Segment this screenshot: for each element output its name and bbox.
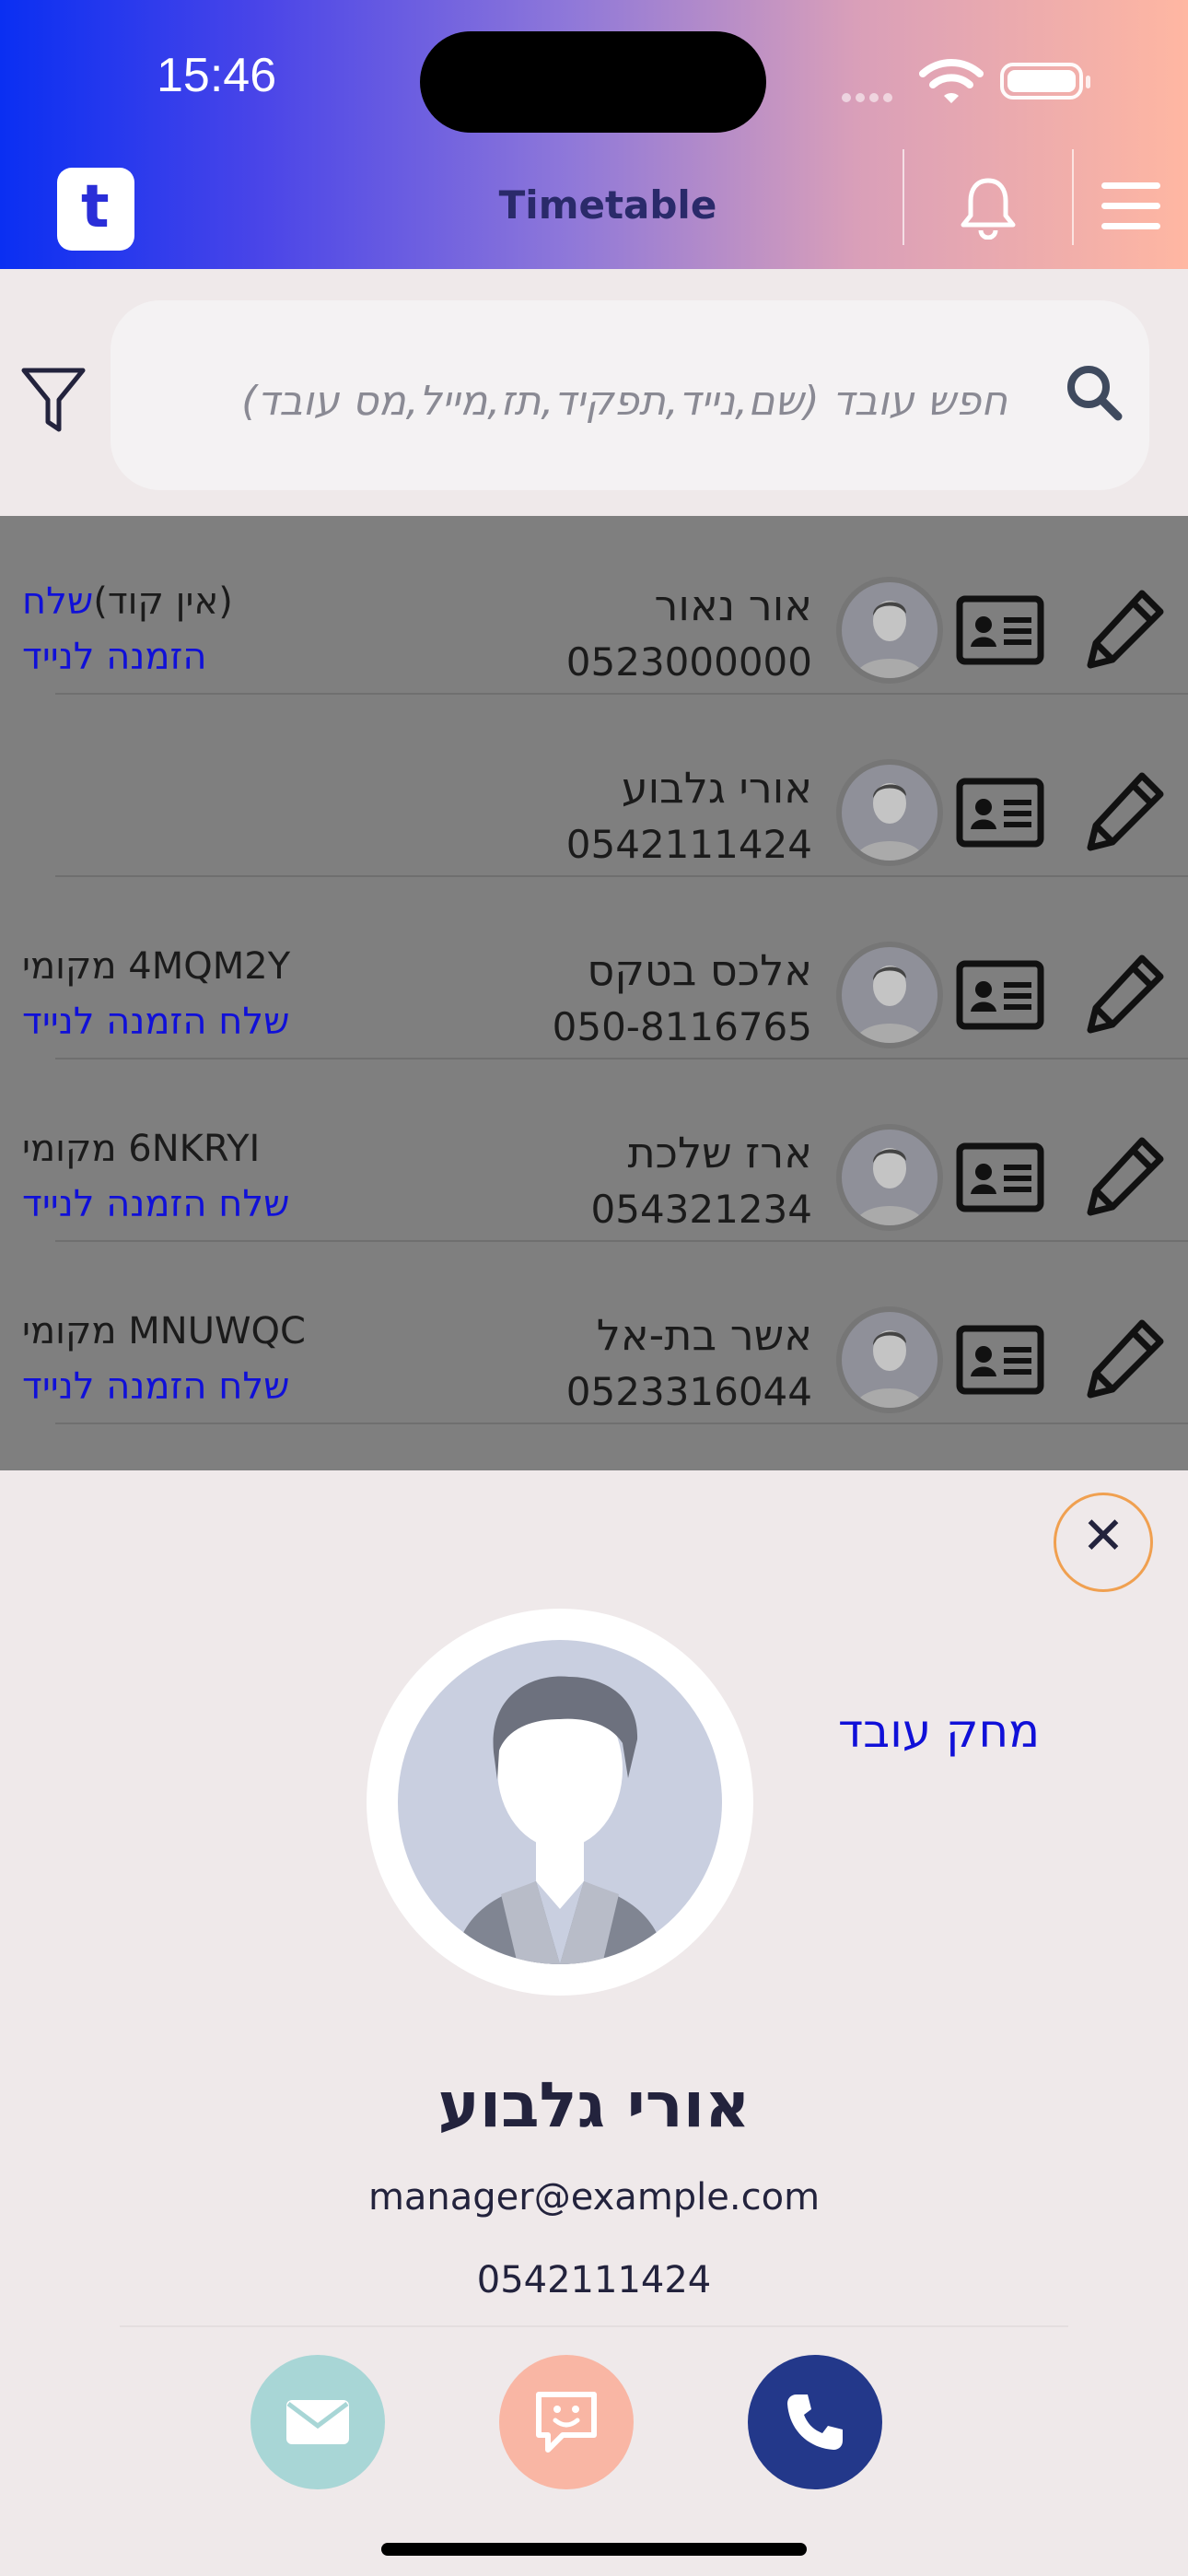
edit-pencil-icon[interactable] xyxy=(1085,586,1168,669)
list-item[interactable]: (אין קוד)שלח הזמנה לנייד אור נאור 052300… xyxy=(0,516,1188,693)
dynamic-island xyxy=(420,31,766,133)
id-card-icon[interactable] xyxy=(956,1325,1044,1395)
profile-avatar-image xyxy=(398,1640,722,1964)
employee-phone: 050-8116765 xyxy=(552,1004,812,1049)
delete-employee-link[interactable]: מחק עובד xyxy=(838,1704,1040,1758)
employee-name: ארז שלכת xyxy=(627,1128,812,1177)
send-invite-link[interactable]: שלח הזמנה לנייד xyxy=(22,1001,289,1043)
filter-icon[interactable] xyxy=(20,365,87,435)
person-avatar-icon xyxy=(855,1148,925,1225)
search-section: חפש עובד (שם,נייד,תפקיד,תז,מייל,מס עובד) xyxy=(0,269,1188,516)
code-status: (אין קוד) xyxy=(93,580,233,623)
list-item[interactable]: אורי גלבוע 0542111424 xyxy=(0,693,1188,875)
wifi-icon xyxy=(919,59,984,103)
employee-name: אלכס בטקס xyxy=(587,945,812,995)
employee-code: MNUWQC מקומי xyxy=(22,1310,306,1352)
person-avatar-icon xyxy=(855,1330,925,1408)
person-avatar-icon xyxy=(855,783,925,861)
row-divider xyxy=(55,693,1188,695)
send-invite-link[interactable]: הזמנה לנייד xyxy=(22,636,207,678)
search-input[interactable]: חפש עובד (שם,נייד,תפקיד,תז,מייל,מס עובד) xyxy=(111,300,1149,490)
chat-smile-icon xyxy=(536,2392,597,2453)
person-avatar-icon xyxy=(453,1676,667,1964)
employee-name: אשר בת-אל xyxy=(596,1310,812,1360)
list-item[interactable]: MNUWQC מקומי שלח הזמנה לנייד אשר בת-אל 0… xyxy=(0,1240,1188,1423)
row-divider xyxy=(55,875,1188,877)
list-item[interactable]: 4MQM2Y מקומי שלח הזמנה לנייד אלכס בטקס 0… xyxy=(0,875,1188,1058)
hamburger-menu-icon[interactable] xyxy=(1101,182,1160,234)
phone-icon xyxy=(787,2395,843,2450)
employee-code: 4MQM2Y מקומי xyxy=(22,945,291,988)
person-avatar-icon xyxy=(855,601,925,678)
status-time: 15:46 xyxy=(157,49,277,102)
id-card-icon[interactable] xyxy=(956,595,1044,665)
id-card-icon[interactable] xyxy=(956,960,1044,1030)
employee-phone: 054321234 xyxy=(590,1187,813,1232)
edit-pencil-icon[interactable] xyxy=(1085,1133,1168,1216)
profile-phone[interactable]: 0542111424 xyxy=(0,2259,1188,2301)
close-button[interactable]: ✕ xyxy=(1054,1493,1153,1592)
row-divider xyxy=(55,1423,1188,1424)
send-invite-link[interactable]: שלח הזמנה לנייד xyxy=(22,1365,289,1408)
edit-pencil-icon[interactable] xyxy=(1085,951,1168,1034)
row-divider xyxy=(55,1240,1188,1242)
avatar xyxy=(836,942,943,1048)
avatar xyxy=(836,1306,943,1413)
search-placeholder: חפש עובד (שם,נייד,תפקיד,תז,מייל,מס עובד) xyxy=(241,378,1007,425)
employee-name: אורי גלבוע xyxy=(621,763,812,813)
employee-phone: 0542111424 xyxy=(565,822,812,867)
employee-code: 6NKRYI מקומי xyxy=(22,1128,261,1170)
employee-code: (אין קוד)שלח xyxy=(22,580,233,623)
employee-detail-sheet: ✕ מחק עובד אורי גלבוע manager@example.co… xyxy=(0,1470,1188,2576)
app-header: 15:46 t Timetable xyxy=(0,0,1188,269)
avatar xyxy=(836,759,943,866)
employee-phone: 0523000000 xyxy=(565,639,812,685)
list-item xyxy=(0,1423,1188,1470)
close-icon: ✕ xyxy=(1081,1506,1125,1566)
home-indicator xyxy=(381,2543,807,2556)
avatar xyxy=(836,577,943,684)
email-button[interactable] xyxy=(250,2355,385,2489)
edit-pencil-icon[interactable] xyxy=(1085,768,1168,851)
person-avatar-icon xyxy=(855,966,925,1043)
profile-avatar[interactable] xyxy=(367,1609,753,1996)
employee-name: אור נאור xyxy=(654,580,812,630)
signal-icon xyxy=(842,88,906,102)
envelope-icon xyxy=(286,2400,349,2444)
profile-email[interactable]: manager@example.com xyxy=(0,2176,1188,2219)
employee-list: (אין קוד)שלח הזמנה לנייד אור נאור 052300… xyxy=(0,516,1188,1470)
avatar xyxy=(836,1124,943,1231)
send-invite-link[interactable]: שלח הזמנה לנייד xyxy=(22,1183,289,1225)
battery-icon xyxy=(1000,63,1090,100)
message-button[interactable] xyxy=(499,2355,634,2489)
id-card-icon[interactable] xyxy=(956,1142,1044,1212)
list-item[interactable]: 6NKRYI מקומי שלח הזמנה לנייד ארז שלכת 05… xyxy=(0,1058,1188,1240)
employee-phone: 0523316044 xyxy=(565,1369,812,1414)
edit-pencil-icon[interactable] xyxy=(1085,1316,1168,1399)
divider xyxy=(120,2325,1068,2327)
search-icon[interactable] xyxy=(1063,361,1127,426)
header-divider xyxy=(1072,149,1074,245)
header-divider xyxy=(903,149,904,245)
call-button[interactable] xyxy=(748,2355,882,2489)
send-code-link[interactable]: שלח xyxy=(22,580,93,623)
profile-name: אורי גלבוע xyxy=(437,2069,751,2142)
row-divider xyxy=(55,1058,1188,1060)
id-card-icon[interactable] xyxy=(956,778,1044,848)
bell-icon[interactable] xyxy=(958,175,1019,240)
